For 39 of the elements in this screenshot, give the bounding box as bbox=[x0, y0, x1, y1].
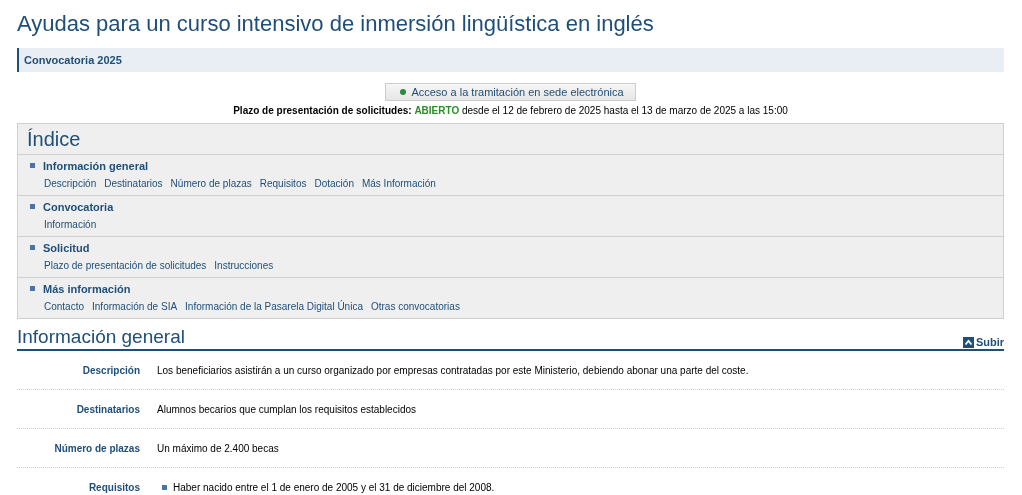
index-link[interactable]: Requisitos bbox=[259, 177, 307, 190]
caret-up-icon bbox=[962, 336, 974, 348]
page-title: Ayudas para un curso intensivo de inmersión lingüística en inglés bbox=[17, 10, 655, 38]
index-link[interactable]: Contacto bbox=[44, 300, 85, 313]
field-label: Número de plazas bbox=[53, 442, 141, 455]
index-section-link[interactable]: Más información bbox=[43, 282, 131, 295]
index-link[interactable]: Destinatarios bbox=[104, 177, 163, 190]
index-link[interactable]: Otras convocatorias bbox=[370, 300, 460, 313]
bullet-icon bbox=[30, 163, 35, 168]
field-label: Requisitos bbox=[87, 481, 141, 494]
field-value: Alumnos becarios que cumplan los requisitos establecidos bbox=[157, 404, 417, 415]
access-button[interactable]: Acceso a la tramitación en sede electrónica bbox=[385, 83, 636, 101]
bullet-icon bbox=[30, 245, 35, 250]
index-title: Índice bbox=[18, 124, 1003, 155]
index-link[interactable]: Información de la Pasarela Digital Única bbox=[185, 300, 363, 313]
index-link[interactable]: Instrucciones bbox=[214, 259, 274, 272]
deadline-text: Plazo de presentación de solicitudes: ABIERTO desde el 12 de febrero de 2025 hasta el 13 de marzo de 2025 a las 15:00 bbox=[232, 105, 789, 116]
index-section-link[interactable]: Información general bbox=[43, 159, 149, 172]
section-title: Información general bbox=[17, 326, 185, 348]
index-link[interactable]: Más Información bbox=[361, 177, 436, 190]
bullet-icon bbox=[30, 204, 35, 209]
index-section-link[interactable]: Solicitud bbox=[43, 241, 90, 254]
field-value: Un máximo de 2.400 becas bbox=[157, 443, 279, 454]
index-link[interactable]: Dotación bbox=[314, 177, 354, 190]
section-bar: Convocatoria 2025 bbox=[17, 48, 1004, 72]
index-link[interactable]: Descripción bbox=[44, 177, 97, 190]
field-label: Destinatarios bbox=[75, 403, 141, 416]
bullet-icon bbox=[30, 286, 35, 291]
field-label: Descripción bbox=[81, 364, 141, 377]
index-link[interactable]: Número de plazas bbox=[170, 177, 252, 190]
index-link[interactable]: Plazo de presentación de solicitudes bbox=[44, 259, 207, 272]
up-link[interactable]: Subir bbox=[962, 336, 1004, 348]
list-item: Haber nacido entre el 1 de enero de 2005 y el 31 de diciembre del 2008. bbox=[173, 481, 495, 494]
index-section-link[interactable]: Convocatoria bbox=[43, 200, 114, 213]
bullet-icon bbox=[162, 485, 167, 490]
index-link[interactable]: Información bbox=[44, 218, 97, 231]
field-value: Los beneficiarios asistirán a un curso organizado por empresas contratadas por este Ministerio, debiendo abonar una parte del coste. bbox=[157, 365, 749, 376]
index-link[interactable]: Información de SIA bbox=[92, 300, 178, 313]
status-dot-icon bbox=[400, 89, 407, 95]
